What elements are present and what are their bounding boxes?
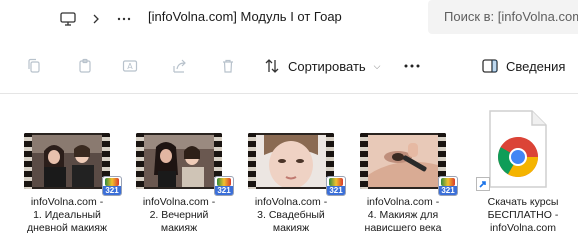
video-frame-icon <box>256 135 326 187</box>
share-icon[interactable] <box>168 54 192 78</box>
delete-icon[interactable] <box>216 54 240 78</box>
sort-button[interactable]: Сортировать ⌵ <box>264 54 381 78</box>
more-options-icon[interactable] <box>400 54 424 78</box>
video-thumbnail <box>136 133 222 189</box>
file-name: infoVolna.com - 1. Идеальный дневной мак… <box>27 196 107 234</box>
file-name: infoVolna.com - 4. Макияж для нависшего … <box>364 196 442 234</box>
video-frame-icon <box>144 135 214 187</box>
paste-icon[interactable] <box>73 54 97 78</box>
video-frame-icon <box>32 135 102 187</box>
breadcrumb[interactable]: [infoVolna.com] Модуль I от Гоар <box>148 0 342 38</box>
media-player-badge-icon: 321 <box>102 176 122 196</box>
media-player-badge-icon: 321 <box>214 176 234 196</box>
media-player-badge-icon: 321 <box>438 176 458 196</box>
svg-text:A: A <box>127 62 133 71</box>
media-player-badge-icon: 321 <box>326 176 346 196</box>
video-thumbnail <box>248 133 334 189</box>
address-row: [infoVolna.com] Модуль I от Гоар Поиск в… <box>0 0 578 38</box>
file-name: infoVolna.com - 2. Вечерний макияж <box>142 196 216 234</box>
video-thumbnail <box>360 133 446 189</box>
copy-icon[interactable] <box>22 54 46 78</box>
file-name: infoVolna.com - 3. Свадебный макияж <box>254 196 328 234</box>
details-button[interactable]: Сведения <box>482 54 565 78</box>
chrome-document-icon <box>489 110 547 188</box>
search-input[interactable]: Поиск в: [infoVolna.com] М <box>428 0 578 34</box>
video-frame-icon <box>368 135 438 187</box>
ellipsis-icon[interactable] <box>112 0 136 38</box>
this-pc-icon[interactable] <box>54 0 82 38</box>
file-list: 321 infoVolna.com - 1. Идеальный дневной… <box>0 95 578 249</box>
details-pane-icon <box>482 59 498 73</box>
sort-icon <box>265 59 279 73</box>
command-bar: A Сортировать ⌵ Сведения <box>0 38 578 94</box>
details-label: Сведения <box>506 58 566 74</box>
video-thumbnail <box>24 133 110 189</box>
chevron-down-icon: ⌵ <box>373 60 381 71</box>
chevron-right-icon[interactable] <box>86 0 106 38</box>
file-name: Скачать курсы БЕСПЛАТНО - infoVolna.com <box>487 196 559 234</box>
search-placeholder: Поиск в: [infoVolna.com] М <box>444 9 578 24</box>
shortcut-arrow-icon <box>476 177 490 191</box>
sort-label: Сортировать <box>288 58 366 74</box>
rename-icon[interactable]: A <box>118 54 142 78</box>
